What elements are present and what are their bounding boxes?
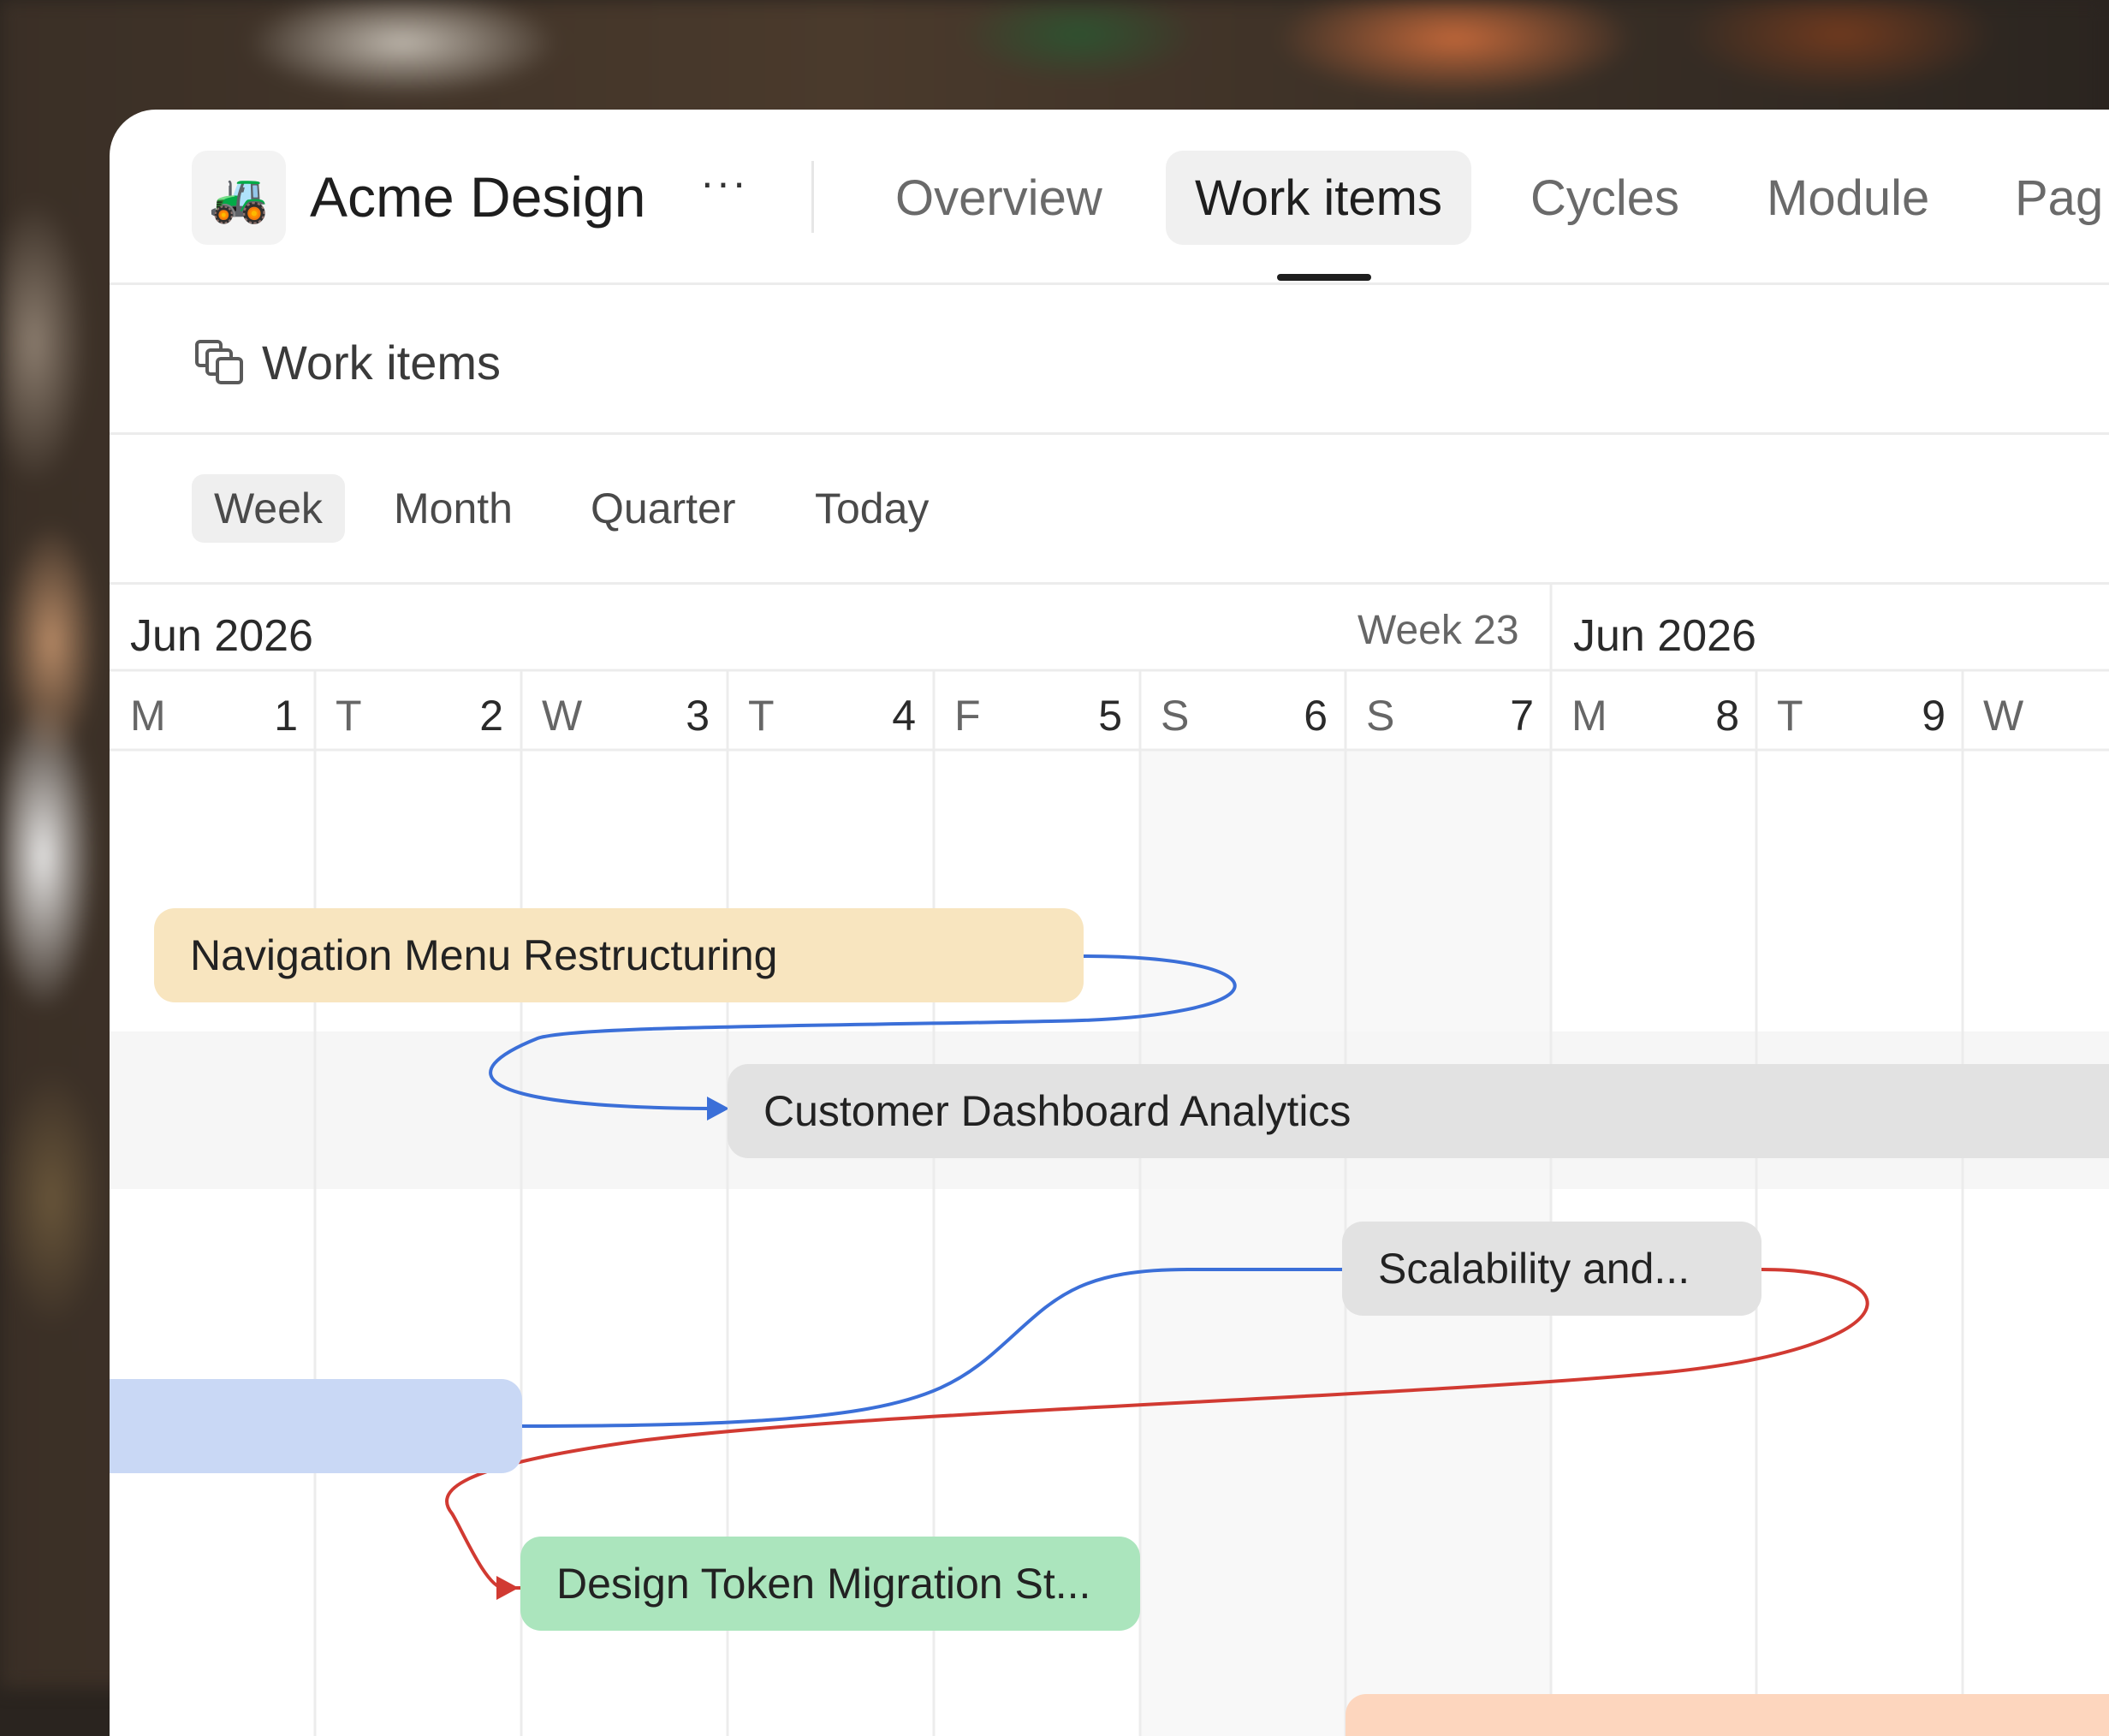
day-number: 7 bbox=[1510, 692, 1534, 740]
view-selector: Week Month Quarter Today bbox=[110, 435, 2109, 585]
day-letter: M bbox=[1571, 692, 1607, 740]
view-quarter-button[interactable]: Quarter bbox=[591, 474, 736, 543]
day-letter: W bbox=[542, 692, 583, 740]
work-item-title: Customer Dashboard Analytics bbox=[763, 1087, 1352, 1135]
work-item-bar[interactable] bbox=[110, 1379, 522, 1473]
day-number: 5 bbox=[1098, 692, 1122, 740]
day-number: 3 bbox=[686, 692, 710, 740]
day-number: 1 bbox=[274, 692, 298, 740]
day-letter: F bbox=[954, 692, 981, 740]
work-item-title: Design Token Migration St... bbox=[556, 1560, 1091, 1608]
view-week-button[interactable]: Week bbox=[192, 474, 345, 543]
work-item-bar[interactable]: Design Token Migration St... bbox=[520, 1537, 1140, 1631]
app-window: 🚜 Acme Design ··· Overview Work items Cy… bbox=[110, 110, 2109, 1736]
day-number: 6 bbox=[1304, 692, 1328, 740]
month-label: Jun 2026 bbox=[130, 611, 313, 661]
view-month-button[interactable]: Month bbox=[394, 474, 513, 543]
day-number: 1 bbox=[2099, 691, 2109, 740]
view-today-button[interactable]: Today bbox=[815, 474, 929, 543]
day-number: 2 bbox=[479, 692, 503, 740]
work-item-bar[interactable]: Navigation Menu Restructuring bbox=[154, 908, 1084, 1002]
day-number: 9 bbox=[1922, 692, 1946, 740]
day-letter: S bbox=[1366, 692, 1395, 740]
day-letter: M bbox=[130, 692, 166, 740]
project-name[interactable]: Acme Design bbox=[310, 164, 646, 229]
header-divider bbox=[811, 161, 814, 233]
work-item-bar[interactable]: Customer Dashboard Analytics bbox=[728, 1064, 2109, 1158]
project-logo-tile[interactable]: 🚜 bbox=[192, 151, 286, 245]
work-item-bar[interactable]: Scalability and... bbox=[1342, 1222, 1761, 1316]
day-number: 8 bbox=[1715, 692, 1739, 740]
day-letter: T bbox=[748, 692, 775, 740]
day-letter: T bbox=[1777, 692, 1803, 740]
tab-pages[interactable]: Pag bbox=[2015, 151, 2103, 245]
tab-module[interactable]: Module bbox=[1767, 151, 1929, 245]
more-options-button[interactable]: ··· bbox=[700, 158, 748, 207]
tab-cycles[interactable]: Cycles bbox=[1530, 151, 1679, 245]
gantt-timeline: Jun 2026 Week 23 Jun 2026 M 1 T 2 W 3 T … bbox=[110, 585, 2109, 1736]
page-header: Work items bbox=[110, 285, 2109, 435]
day-number: 4 bbox=[892, 692, 916, 740]
day-letter: S bbox=[1161, 692, 1190, 740]
tab-work-items[interactable]: Work items bbox=[1166, 151, 1471, 245]
work-item-title: Scalability and... bbox=[1378, 1245, 1690, 1293]
month-label: Jun 2026 bbox=[1573, 611, 1756, 661]
work-item-bar[interactable] bbox=[1346, 1694, 2109, 1736]
arrow-head bbox=[496, 1576, 519, 1600]
work-item-title: Navigation Menu Restructuring bbox=[190, 931, 778, 979]
active-tab-indicator bbox=[1277, 274, 1371, 281]
page-title: Work items bbox=[262, 336, 501, 389]
tractor-icon: 🚜 bbox=[209, 170, 269, 224]
work-items-icon bbox=[195, 340, 243, 384]
project-header: 🚜 Acme Design ··· Overview Work items Cy… bbox=[110, 110, 2109, 285]
week-label: Week 23 bbox=[1357, 608, 1519, 653]
day-letter: T bbox=[336, 692, 362, 740]
tab-overview[interactable]: Overview bbox=[895, 151, 1102, 245]
day-letter: W bbox=[1983, 692, 2024, 740]
